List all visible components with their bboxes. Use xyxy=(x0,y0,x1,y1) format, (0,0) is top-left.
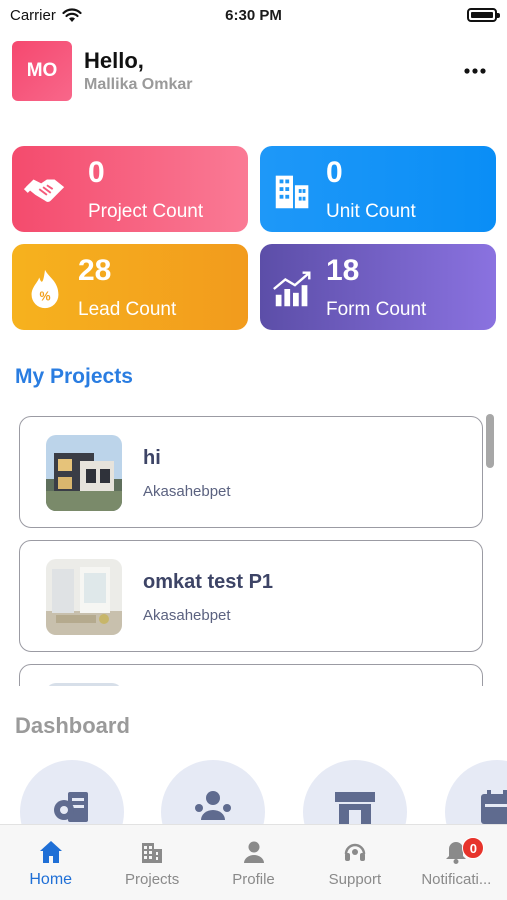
projects-scrollbar[interactable] xyxy=(486,414,494,468)
project-thumbnail xyxy=(46,435,122,511)
project-count-label: Project Count xyxy=(88,201,204,222)
nav-item-profile[interactable]: Profile xyxy=(203,825,304,900)
nav-label-notifications: Notificati... xyxy=(421,871,492,888)
building-icon xyxy=(142,843,163,863)
avatar[interactable]: MO xyxy=(12,41,72,101)
battery-icon xyxy=(467,8,500,22)
bottom-nav: Home Projects Profile Support 0 Notifica… xyxy=(0,824,507,900)
dashboard-title: Dashboard xyxy=(15,713,130,738)
lead-count-label: Lead Count xyxy=(78,299,177,320)
form-count-value: 18 xyxy=(326,254,360,287)
header: MO Hello, Mallika Omkar xyxy=(12,40,495,102)
project-name: omkat test P1 xyxy=(143,571,274,593)
buildings-icon xyxy=(275,175,309,209)
notification-badge: 0 xyxy=(462,837,485,859)
dashboard-tile-settings[interactable] xyxy=(20,760,124,830)
carrier-label: Carrier xyxy=(10,6,56,24)
more-options-button[interactable] xyxy=(455,51,495,91)
nav-item-projects[interactable]: Projects xyxy=(101,825,202,900)
dashboard-tile-team[interactable] xyxy=(161,760,265,830)
unit-count-card[interactable]: 0 Unit Count xyxy=(260,146,496,232)
stats-grid: 0 Project Count 0 Unit Count % 28 Lead C… xyxy=(12,146,496,330)
unit-count-label: Unit Count xyxy=(326,201,416,222)
form-count-card[interactable]: 18 Form Count xyxy=(260,244,496,330)
form-count-label: Form Count xyxy=(326,299,427,320)
interior-photo-icon xyxy=(46,559,122,635)
greeting-block: Hello, Mallika Omkar xyxy=(84,48,193,94)
nav-label-profile: Profile xyxy=(232,871,275,888)
growth-chart-icon xyxy=(273,271,311,307)
nav-item-home[interactable]: Home xyxy=(0,825,101,900)
handshake-icon xyxy=(23,179,65,203)
project-location: Akasahebpet xyxy=(143,607,231,624)
project-count-card[interactable]: 0 Project Count xyxy=(12,146,248,232)
project-thumbnail xyxy=(46,683,122,686)
person-icon xyxy=(243,841,264,863)
project-count-value: 0 xyxy=(88,156,105,189)
greeting-text: Hello, xyxy=(84,48,144,73)
status-left: Carrier xyxy=(10,7,82,24)
nav-label-projects: Projects xyxy=(125,871,180,888)
home-icon xyxy=(39,841,62,863)
status-bar: Carrier 6:30 PM xyxy=(0,0,507,30)
user-name: Mallika Omkar xyxy=(84,76,193,93)
project-card-partial[interactable] xyxy=(19,664,483,686)
svg-text:%: % xyxy=(39,290,50,304)
headset-icon xyxy=(344,843,366,861)
my-projects-title: My Projects xyxy=(15,365,133,388)
project-location: Akasahebpet xyxy=(143,483,231,500)
fire-percent-icon: % xyxy=(31,269,59,309)
project-name: hi xyxy=(143,447,161,469)
project-card-omkat-test-p1[interactable]: omkat test P1 Akasahebpet xyxy=(19,540,483,652)
dashboard-tiles xyxy=(0,760,507,830)
unit-count-value: 0 xyxy=(326,156,343,189)
project-thumbnail xyxy=(46,559,122,635)
dashboard-tile-calendar[interactable] xyxy=(445,760,507,830)
nav-label-home: Home xyxy=(29,871,73,888)
home-screen: Carrier 6:30 PM MO Hello, Mallika Omkar xyxy=(0,0,507,900)
more-dots-icon xyxy=(464,68,486,74)
lead-count-card[interactable]: % 28 Lead Count xyxy=(12,244,248,330)
projects-list[interactable]: hi Akasahebpet omkat test P1 Akasahebpet xyxy=(0,410,507,686)
dashboard-tile-store[interactable] xyxy=(303,760,407,830)
wifi-icon xyxy=(62,7,82,22)
house-photo-icon xyxy=(46,435,122,511)
nav-label-support: Support xyxy=(328,871,382,888)
nav-item-notifications[interactable]: 0 Notificati... xyxy=(406,825,507,900)
project-card-hi[interactable]: hi Akasahebpet xyxy=(19,416,483,528)
lead-count-value: 28 xyxy=(78,254,112,287)
nav-item-support[interactable]: Support xyxy=(304,825,405,900)
